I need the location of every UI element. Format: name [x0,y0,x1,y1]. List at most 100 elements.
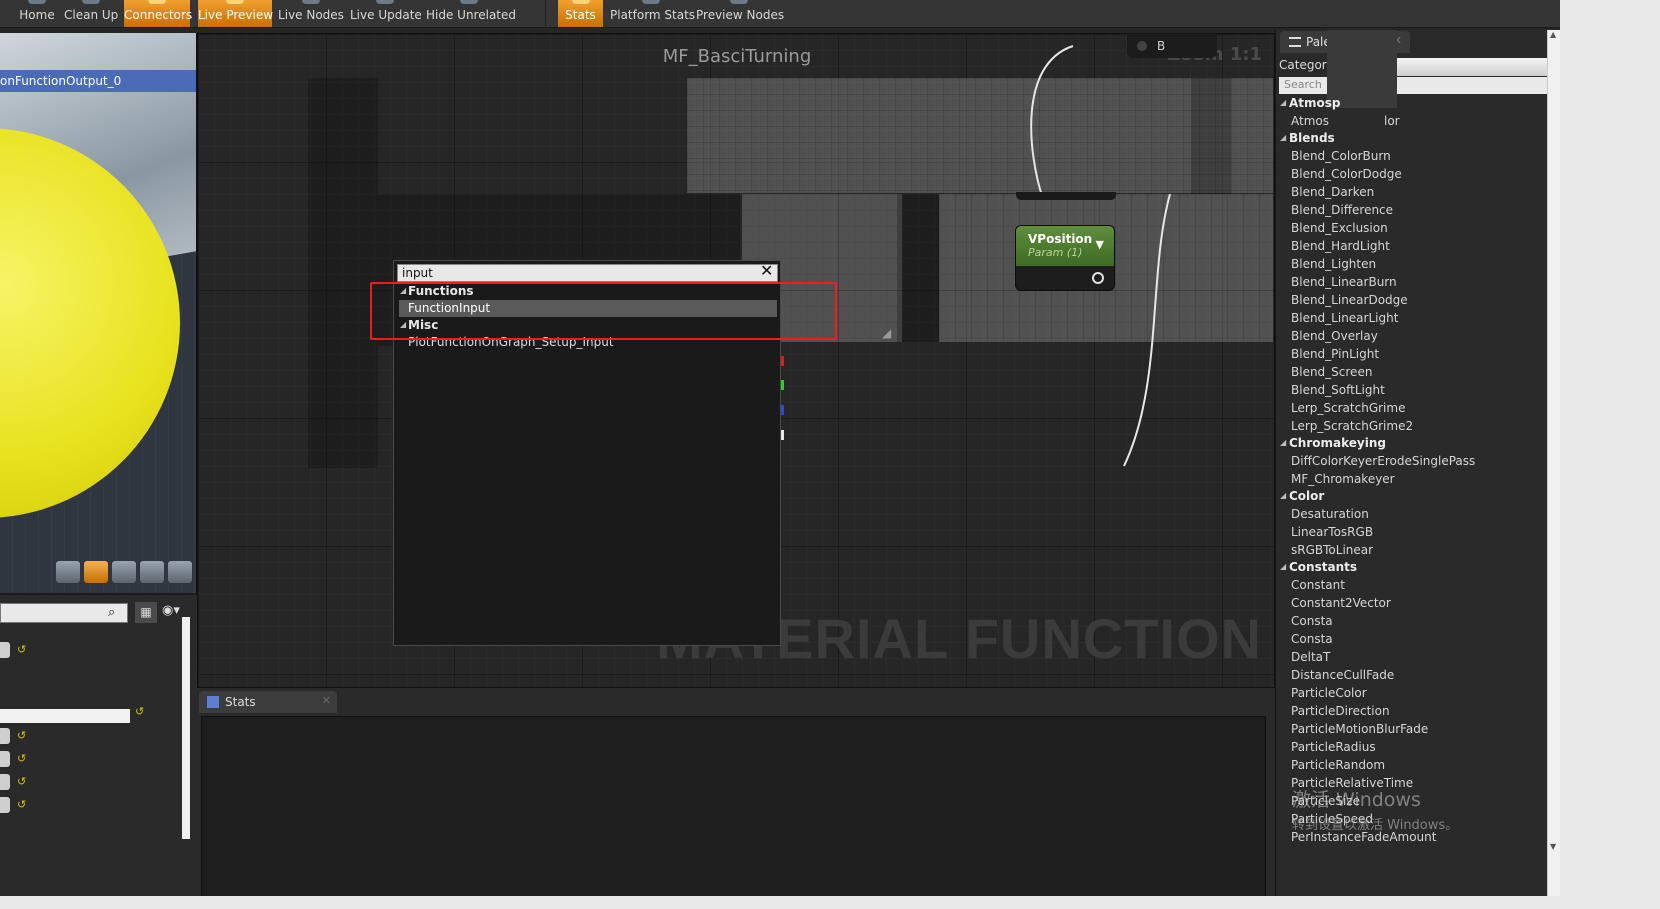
pin-white [781,430,784,440]
palette-item[interactable]: Blend_ColorDodge [1291,167,1402,181]
palette-item[interactable]: Lerp_ScratchGrime2 [1291,419,1413,433]
palette-item[interactable]: Blend_Overlay [1291,329,1378,343]
palette-item[interactable]: Blend_PinLight [1291,347,1379,361]
palette-item[interactable]: Blend_Difference [1291,203,1393,217]
reset-icon[interactable]: ↺ [17,643,26,656]
window-bottom-edge [0,896,1660,909]
palette-item[interactable]: Blend_Screen [1291,365,1372,379]
palette-item[interactable]: MF_Chromakeyer [1291,472,1395,486]
search-icon[interactable]: ⌕ [108,605,115,620]
palette-item[interactable]: Constant [1291,578,1345,592]
mesh-preview-button[interactable] [167,560,193,584]
group-color[interactable]: ◢ Color [1280,489,1324,503]
pin-red [781,356,784,366]
cylinder-preview-button[interactable] [55,560,81,584]
palette-item[interactable]: DistanceCullFade [1291,668,1394,682]
vposition-node[interactable]: VPosition Param (1) ▼ [1015,225,1115,291]
input-pin-icon[interactable] [1137,41,1147,51]
group-chromakeying[interactable]: ◢ Chromakeying [1280,436,1386,450]
node-stub[interactable] [1016,192,1116,200]
palette-item[interactable]: ParticleRadius [1291,740,1376,754]
palette-item[interactable]: Blend_LinearBurn [1291,275,1397,289]
home-button[interactable]: Home [18,0,56,27]
tab-stats[interactable]: Stats ✕ [199,691,337,713]
palette-item[interactable]: DiffColorKeyerErodeSinglePass [1291,454,1475,468]
preview-nodes-button[interactable]: Preview Nodes [696,0,784,27]
palette-item[interactable]: Blend_Darken [1291,185,1374,199]
details-value-field[interactable] [0,709,130,723]
preview-viewport[interactable]: onFunctionOutput_0 [0,33,197,593]
expand-triangle-icon: ◢ [1280,562,1287,571]
selected-node-strip: onFunctionOutput_0 [0,70,196,92]
toolbar: Home Clean Up Connectors Live Preview Li… [0,0,1660,28]
palette-item[interactable]: Consta [1291,632,1333,646]
group-constants[interactable]: ◢ Constants [1280,560,1357,574]
palette-item[interactable]: Blend_ColorBurn [1291,149,1391,163]
details-row: ↺ [0,725,180,747]
palette-item[interactable]: Blend_LinearDodge [1291,293,1408,307]
live-preview-icon [226,0,244,4]
palette-search-input[interactable]: Search [1279,77,1547,94]
palette-item[interactable]: lor [1384,114,1400,128]
palette-item[interactable]: Blend_LinearLight [1291,311,1398,325]
scroll-up-arrow-icon[interactable]: ▲ [1550,30,1556,39]
list-icon [1289,37,1301,47]
details-scrollbar[interactable] [182,617,190,839]
palette-item[interactable]: ParticleRelativeTime [1291,776,1413,790]
close-tab-icon[interactable]: ✕ [322,694,331,707]
palette-item[interactable]: Atmos [1291,114,1329,128]
grid-view-icon[interactable]: ▦ [135,602,157,623]
palette-item[interactable]: Blend_HardLight [1291,239,1390,253]
reset-icon[interactable]: ↺ [17,798,26,811]
palette-item[interactable]: ParticleRandom [1291,758,1385,772]
palette-item[interactable]: ParticleDirection [1291,704,1390,718]
group-atmosp[interactable]: ◢ Atmosp [1280,96,1341,110]
platform-stats-button[interactable]: Platform Stats [610,0,695,27]
resize-handle-icon[interactable]: ◢ [882,326,891,340]
palette-item[interactable]: Constant2Vector [1291,596,1391,610]
palette-item[interactable]: sRGBToLinear [1291,543,1373,557]
viewport-shape-buttons [55,560,195,586]
stats-button[interactable]: Stats [558,0,603,27]
details-row: ↺ [0,771,180,793]
reset-icon[interactable]: ↺ [135,705,144,718]
palette-item[interactable]: Blend_Exclusion [1291,221,1388,235]
palette-item[interactable]: ParticleSize [1291,794,1360,808]
palette-item[interactable]: ParticleSpeed [1291,812,1373,826]
palette-item[interactable]: LinearTosRGB [1291,525,1373,539]
live-update-button[interactable]: Live Update [350,0,422,27]
stats-panel: Stats ✕ [197,688,1275,909]
palette-item[interactable]: Blend_Lighten [1291,257,1376,271]
palette-item[interactable]: DeltaT [1291,650,1330,664]
live-preview-button[interactable]: Live Preview [198,0,273,27]
reset-icon[interactable]: ↺ [17,775,26,788]
hide-unrelated-button[interactable]: Hide Unrelated [426,0,516,27]
sphere-preview-button[interactable] [83,560,109,584]
palette-item[interactable]: Desaturation [1291,507,1369,521]
palette-item[interactable]: Consta [1291,614,1333,628]
reset-icon[interactable]: ↺ [17,752,26,765]
scroll-down-arrow-icon[interactable]: ▼ [1550,842,1556,851]
palette-item[interactable]: ParticleMotionBlurFade [1291,722,1428,736]
expand-triangle-icon: ◢ [1280,491,1287,500]
eye-icon[interactable]: ◉▾ [162,603,180,618]
node-b[interactable]: B [1127,34,1217,58]
palette-item[interactable]: Blend_SoftLight [1291,383,1385,397]
cube-preview-button[interactable] [139,560,165,584]
connectors-icon [148,0,166,4]
plane-preview-button[interactable] [111,560,137,584]
details-panel: ⌕ ▦ ◉▾ ↺ ↺ ↺ ↺ ↺ ↺ [0,593,197,909]
palette-item[interactable]: PerInstanceFadeAmount [1291,830,1436,844]
palette-item[interactable]: ParticleColor [1291,686,1367,700]
palette-scrollbar[interactable]: ▲ ▼ [1547,30,1560,909]
node-search-input[interactable]: input [397,264,778,282]
close-icon[interactable]: ✕ [760,262,773,280]
clean-up-button[interactable]: Clean Up [64,0,118,27]
reset-icon[interactable]: ↺ [17,729,26,742]
collapse-arrow-icon[interactable]: ▼ [1096,238,1104,251]
output-pin-icon[interactable] [1092,272,1104,284]
group-blends[interactable]: ◢ Blends [1280,131,1335,145]
connectors-button[interactable]: Connectors [124,0,192,27]
palette-item[interactable]: Lerp_ScratchGrime [1291,401,1405,415]
live-nodes-button[interactable]: Live Nodes [278,0,344,27]
